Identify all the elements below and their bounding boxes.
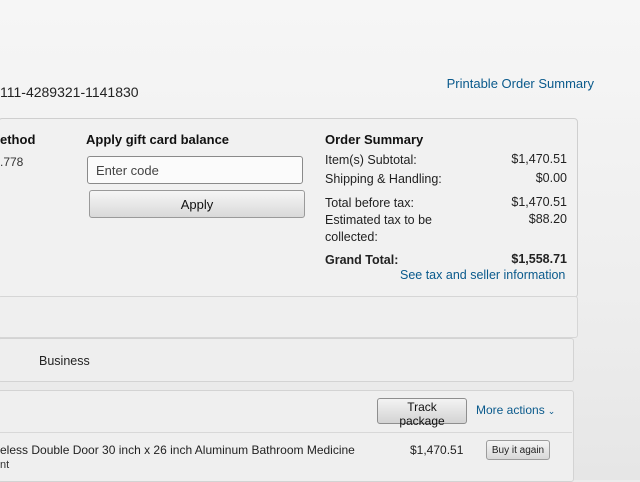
track-package-button[interactable]: Track package: [377, 398, 467, 428]
item-title-continued: nt: [0, 459, 10, 471]
grand-total-value: $1,558.71: [511, 252, 567, 266]
order-details-page: 111-4289321-1141830 Printable Order Summ…: [0, 0, 640, 482]
item-price: $1,470.51: [410, 443, 464, 457]
item-title[interactable]: eless Double Door 30 inch x 26 inch Alum…: [0, 443, 355, 457]
more-actions-label: More actions: [476, 403, 545, 417]
estimated-tax-value: $88.20: [528, 212, 567, 226]
subtotal-label: Item(s) Subtotal:: [325, 153, 417, 167]
total-before-tax-label: Total before tax:: [325, 196, 414, 210]
order-number: 111-4289321-1141830: [0, 84, 139, 100]
more-actions-dropdown[interactable]: More actions ⌄: [476, 403, 555, 417]
apply-gift-card-button[interactable]: Apply: [89, 190, 305, 218]
blank-section: [0, 296, 578, 338]
payment-card-ending: .778: [0, 155, 24, 169]
chevron-down-icon: ⌄: [547, 406, 556, 416]
divider: [0, 432, 572, 433]
gift-card-code-input[interactable]: [87, 156, 303, 184]
gift-card-title: Apply gift card balance: [86, 132, 230, 147]
shipping-value: $0.00: [535, 171, 567, 185]
printable-order-summary-link[interactable]: Printable Order Summary: [447, 76, 594, 91]
business-label: Business: [39, 354, 90, 368]
order-summary-title: Order Summary: [325, 132, 424, 147]
payment-method-title: ethod: [0, 132, 36, 147]
total-before-tax-value: $1,470.51: [511, 195, 567, 209]
shipping-label: Shipping & Handling:: [325, 172, 442, 186]
estimated-tax-label: Estimated tax to be collected:: [325, 213, 433, 244]
buy-it-again-button[interactable]: Buy it again: [486, 440, 550, 460]
tax-seller-info-link[interactable]: See tax and seller information: [400, 268, 565, 282]
grand-total-label: Grand Total:: [325, 253, 399, 267]
subtotal-value: $1,470.51: [511, 152, 567, 166]
